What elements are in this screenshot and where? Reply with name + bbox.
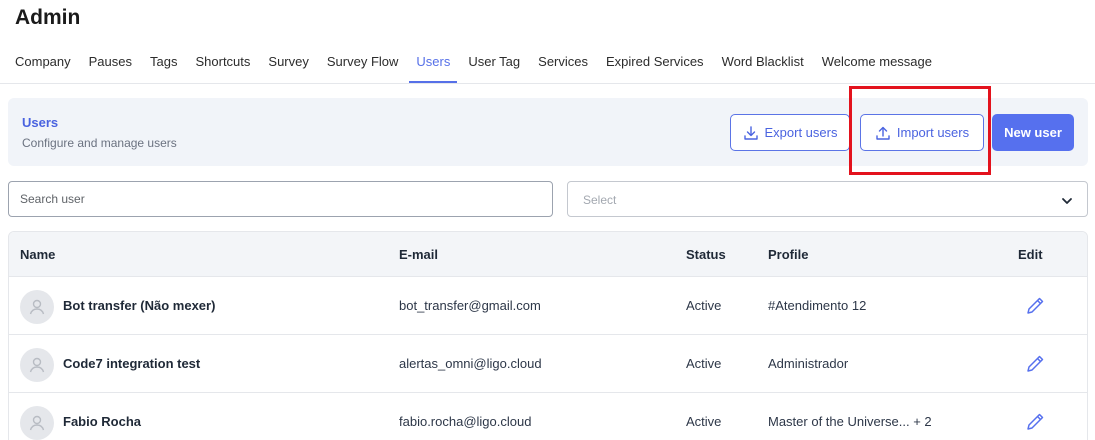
tab-survey[interactable]: Survey [268,54,308,83]
user-name: Bot transfer (Não mexer) [63,298,216,313]
table-row[interactable]: Fabio Rocha fabio.rocha@ligo.cloud Activ… [9,393,1087,440]
tab-users[interactable]: Users [409,54,458,83]
user-email: alertas_omni@ligo.cloud [399,356,542,371]
user-profile: Master of the Universe... + 2 [768,414,932,429]
pencil-icon[interactable] [1024,353,1046,375]
tab-shortcuts[interactable]: Shortcuts [195,54,250,83]
download-icon [743,125,759,141]
tab-services[interactable]: Services [538,54,588,83]
panel-subtitle: Configure and manage users [22,136,177,150]
avatar [20,406,54,440]
panel-title: Users [22,115,59,130]
tab-company[interactable]: Company [15,54,71,83]
header-email: E-mail [399,247,439,262]
tab-welcome-message[interactable]: Welcome message [822,54,932,83]
search-user-input[interactable] [8,181,553,217]
user-icon [29,415,45,431]
export-users-label: Export users [764,125,838,140]
tab-word-blacklist[interactable]: Word Blacklist [722,54,804,83]
export-users-button[interactable]: Export users [730,114,850,151]
avatar [20,290,54,324]
user-icon [29,357,45,373]
tab-survey-flow[interactable]: Survey Flow [327,54,399,83]
header-name: Name [20,247,56,262]
tabs-divider [0,83,1095,84]
tab-tags[interactable]: Tags [150,54,177,83]
profile-select[interactable]: Select [567,181,1088,217]
user-name: Fabio Rocha [63,414,142,429]
header-edit: Edit [1018,247,1043,262]
user-status: Active [686,414,722,429]
user-email: bot_transfer@gmail.com [399,298,541,313]
import-users-button[interactable]: Import users [860,114,984,151]
select-placeholder: Select [583,193,617,207]
chevron-down-icon [1061,194,1073,206]
table-row[interactable]: Code7 integration test alertas_omni@ligo… [9,335,1087,393]
user-name: Code7 integration test [63,356,201,371]
tab-pauses[interactable]: Pauses [89,54,132,83]
user-profile: #Atendimento 12 [768,298,867,313]
upload-icon [875,125,891,141]
users-table: Name E-mail Status Profile Edit Bot tran… [8,231,1088,440]
table-row[interactable]: Bot transfer (Não mexer) bot_transfer@gm… [9,277,1087,335]
header-profile: Profile [768,247,809,262]
user-email: fabio.rocha@ligo.cloud [399,414,532,429]
admin-tabs: Company Pauses Tags Shortcuts Survey Sur… [15,54,950,83]
user-status: Active [686,298,722,313]
users-header-panel: Users Configure and manage users Export … [8,98,1088,166]
pencil-icon[interactable] [1024,411,1046,433]
user-icon [29,299,45,315]
new-user-button[interactable]: New user [992,114,1074,151]
user-status: Active [686,356,722,371]
avatar [20,348,54,382]
tab-user-tag[interactable]: User Tag [468,54,520,83]
page-title: Admin [15,6,81,29]
pencil-icon[interactable] [1024,295,1046,317]
header-status: Status [686,247,726,262]
user-profile: Administrador [768,356,849,371]
import-users-label: Import users [896,125,970,140]
table-header: Name E-mail Status Profile Edit [9,232,1087,277]
tab-expired-services[interactable]: Expired Services [606,54,704,83]
